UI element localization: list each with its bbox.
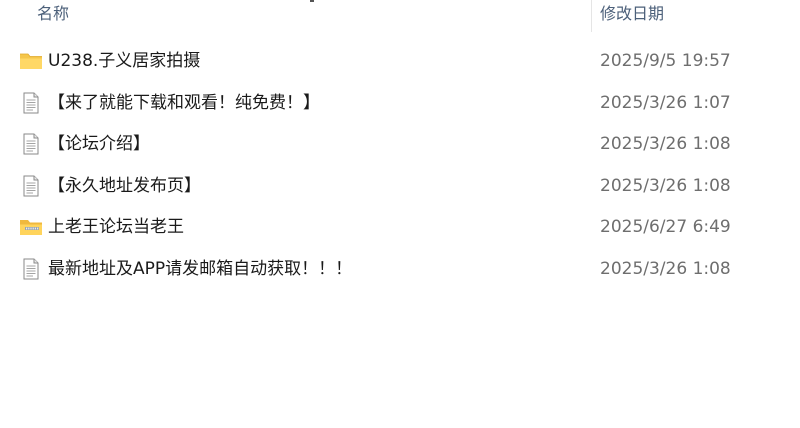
zip-folder-icon: [19, 216, 43, 238]
document-icon: [19, 92, 43, 114]
file-name: 【来了就能下载和观看！纯免费！】: [48, 92, 320, 113]
column-header-date[interactable]: 修改日期: [600, 3, 664, 25]
file-name: 【永久地址发布页】: [48, 175, 201, 196]
file-date: 2025/3/26 1:08: [600, 134, 731, 155]
file-name: 上老王论坛当老王: [48, 217, 184, 238]
file-row[interactable]: 【论坛介绍】 2025/3/26 1:08: [0, 123, 800, 165]
document-icon: [19, 258, 43, 280]
document-icon: [19, 175, 43, 197]
file-date: 2025/3/26 1:07: [600, 92, 731, 113]
column-header-bar: 名称 修改日期: [0, 0, 800, 32]
file-date: 2025/3/26 1:08: [600, 175, 731, 196]
file-name: 最新地址及APP请发邮箱自动获取！！！: [48, 258, 353, 279]
file-list: U238.子义居家拍摄 2025/9/5 19:57 【来了就能下载和观看！纯免…: [0, 40, 800, 290]
file-row[interactable]: 【来了就能下载和观看！纯免费！】 2025/3/26 1:07: [0, 82, 800, 124]
file-row[interactable]: 【永久地址发布页】 2025/3/26 1:08: [0, 165, 800, 207]
file-row[interactable]: 最新地址及APP请发邮箱自动获取！！！ 2025/3/26 1:08: [0, 248, 800, 290]
column-header-name[interactable]: 名称: [37, 3, 69, 25]
file-row[interactable]: 上老王论坛当老王 2025/6/27 6:49: [0, 206, 800, 248]
file-date: 2025/6/27 6:49: [600, 217, 731, 238]
file-date: 2025/9/5 19:57: [600, 51, 731, 71]
column-divider[interactable]: [591, 0, 592, 32]
file-name: U238.子义居家拍摄: [48, 51, 201, 71]
folder-icon: [19, 50, 43, 72]
header-tick-mark: [310, 0, 314, 2]
file-date: 2025/3/26 1:08: [600, 258, 731, 279]
file-row[interactable]: U238.子义居家拍摄 2025/9/5 19:57: [0, 40, 800, 82]
file-name: 【论坛介绍】: [48, 134, 150, 155]
document-icon: [19, 133, 43, 155]
